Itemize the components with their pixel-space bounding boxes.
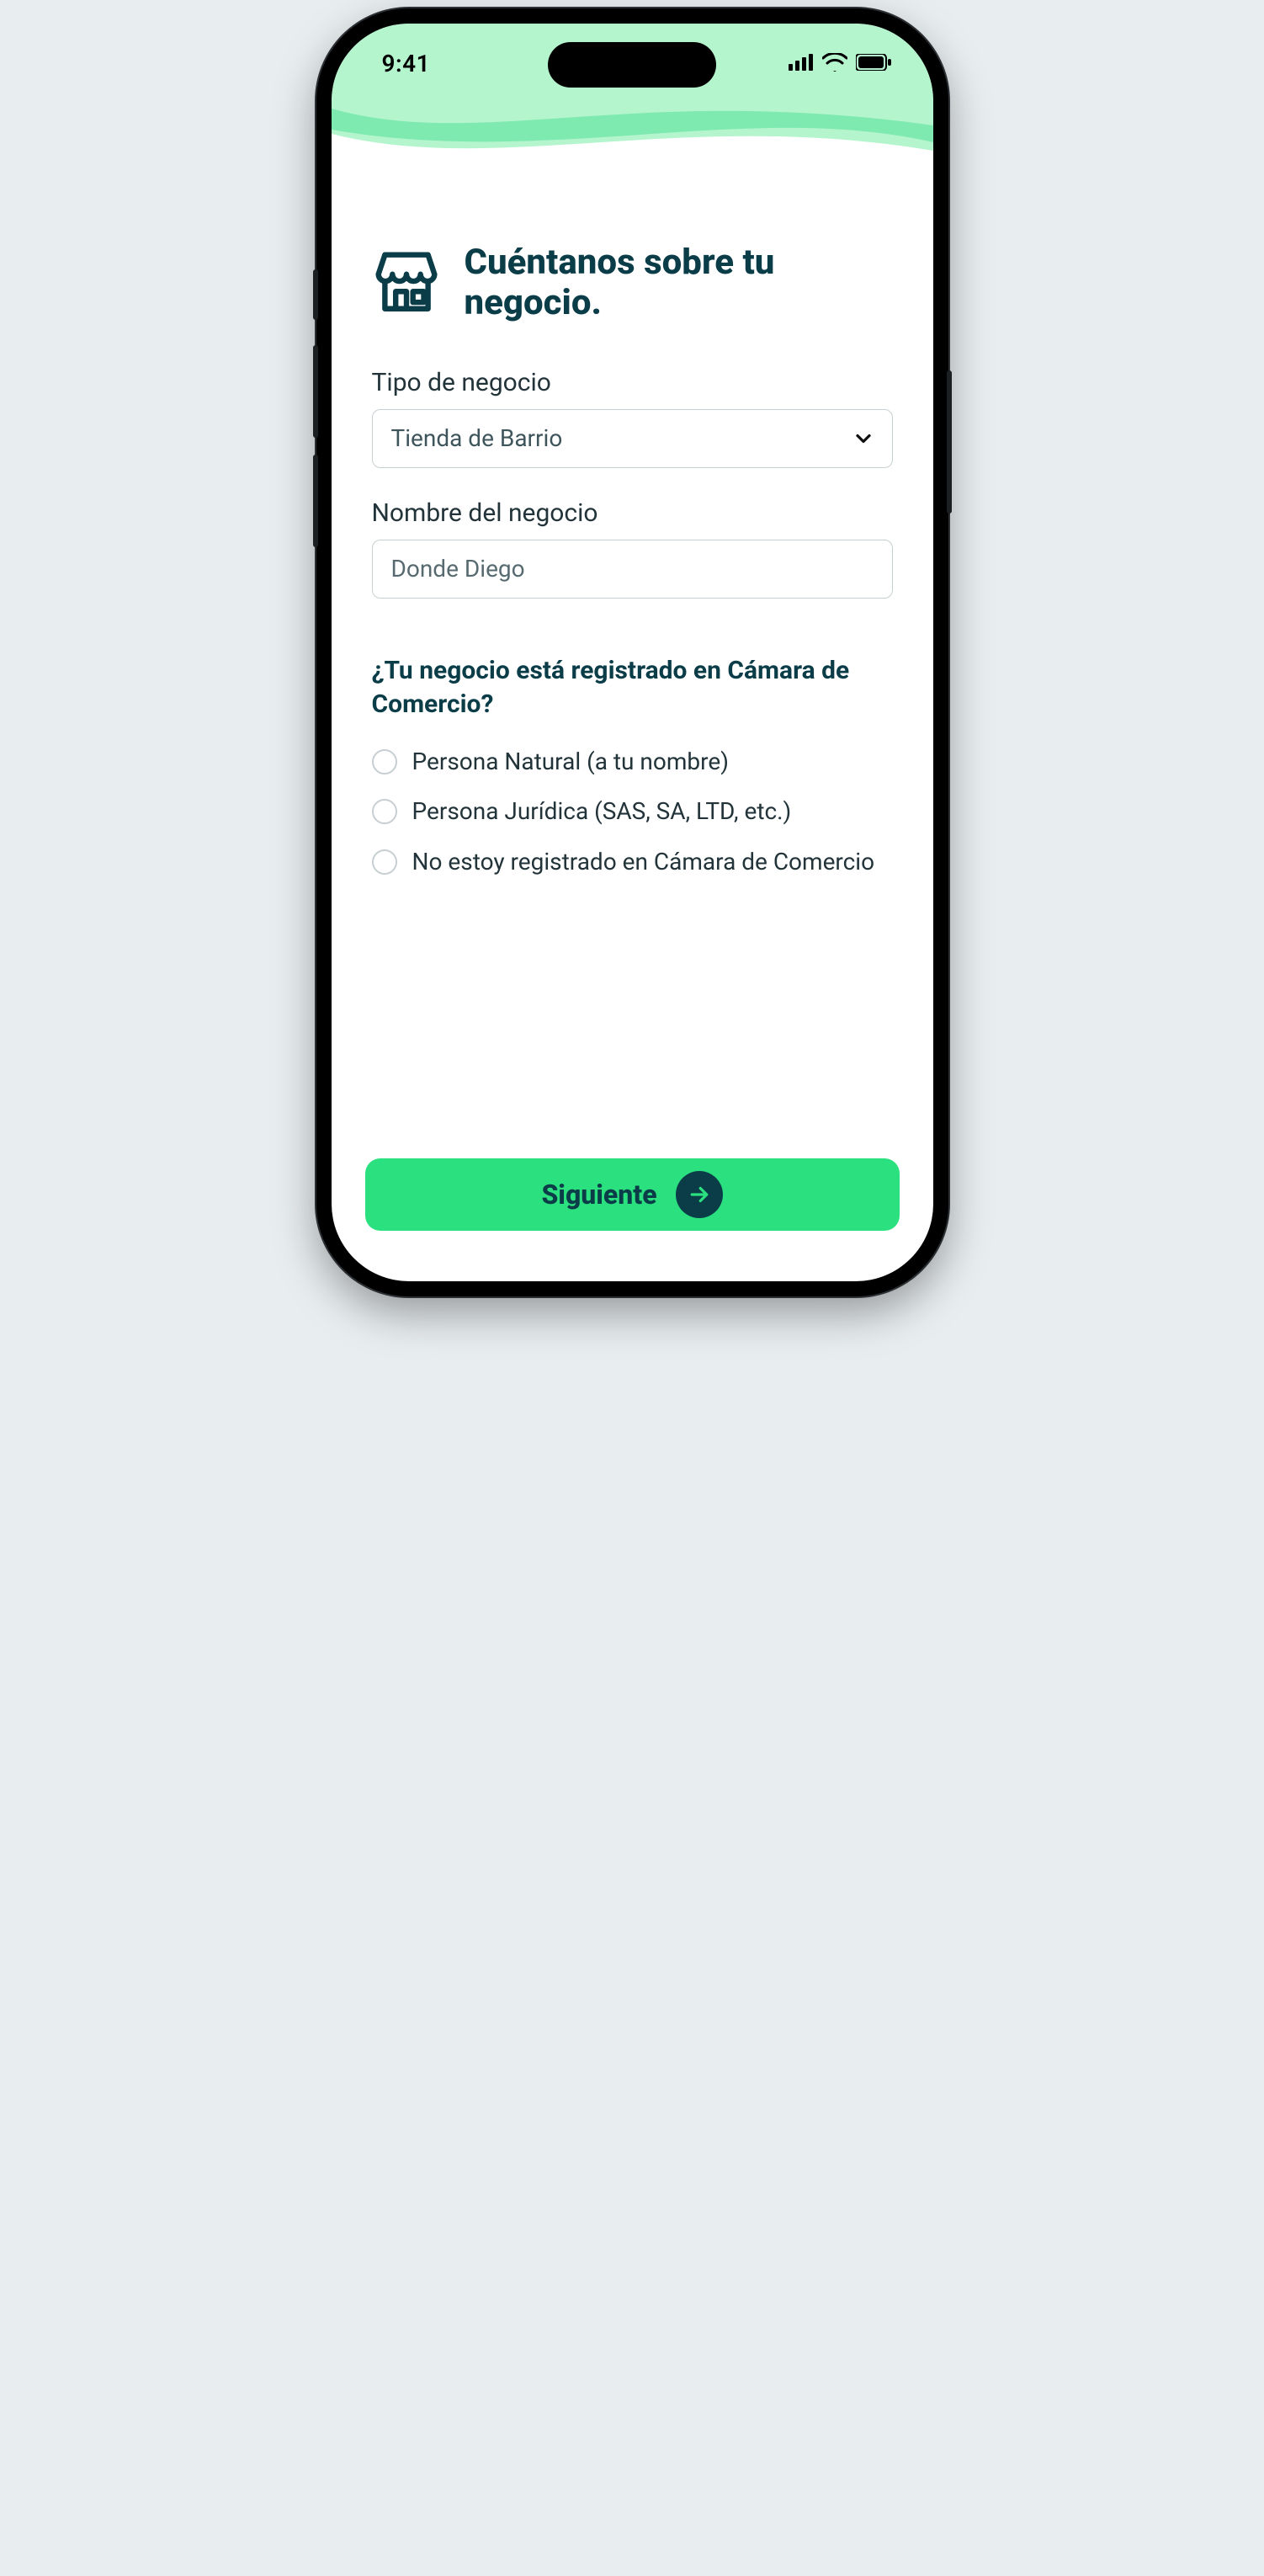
radio-icon [372, 799, 397, 824]
business-type-label: Tipo de negocio [372, 368, 893, 397]
radio-icon [372, 749, 397, 774]
business-name-input-wrap [372, 540, 893, 599]
phone-side-button [313, 345, 318, 438]
screen: 9:41 [332, 24, 933, 1281]
status-time: 9:41 [382, 50, 431, 77]
phone-side-button [947, 370, 952, 514]
arrow-right-icon [676, 1171, 723, 1218]
battery-icon [856, 54, 891, 74]
status-icons [789, 53, 891, 75]
wifi-icon [822, 53, 847, 75]
business-type-select[interactable]: Tienda de Barrio [372, 409, 893, 468]
registration-option[interactable]: Persona Jurídica (SAS, SA, LTD, etc.) [372, 796, 893, 828]
title-row: Cuéntanos sobre tu negocio. [372, 242, 893, 324]
business-name-label: Nombre del negocio [372, 498, 893, 528]
content: Cuéntanos sobre tu negocio. Tipo de nego… [332, 192, 933, 1158]
registration-option-label: Persona Jurídica (SAS, SA, LTD, etc.) [412, 796, 792, 828]
next-button[interactable]: Siguiente [365, 1158, 900, 1231]
registration-radio-list: Persona Natural (a tu nombre) Persona Ju… [372, 746, 893, 878]
business-name-field: Nombre del negocio [372, 498, 893, 599]
registration-question: ¿Tu negocio está registrado en Cámara de… [372, 654, 893, 722]
registration-question-block: ¿Tu negocio está registrado en Cámara de… [372, 654, 893, 878]
store-icon [372, 248, 441, 317]
business-type-value: Tienda de Barrio [391, 424, 563, 452]
phone-frame: 9:41 [316, 8, 948, 1296]
registration-option[interactable]: No estoy registrado en Cámara de Comerci… [372, 846, 893, 878]
chevron-down-icon [852, 427, 875, 450]
phone-side-button [313, 269, 318, 320]
registration-option-label: Persona Natural (a tu nombre) [412, 746, 729, 778]
phone-notch [548, 42, 716, 88]
next-button-label: Siguiente [541, 1179, 656, 1211]
registration-option[interactable]: Persona Natural (a tu nombre) [372, 746, 893, 778]
signal-icon [789, 54, 814, 74]
radio-icon [372, 849, 397, 875]
wave-image [332, 92, 933, 192]
registration-option-label: No estoy registrado en Cámara de Comerci… [412, 846, 875, 878]
footer: Siguiente [332, 1158, 933, 1281]
business-type-field: Tipo de negocio Tienda de Barrio [372, 368, 893, 468]
business-name-input[interactable] [391, 555, 874, 583]
page-title: Cuéntanos sobre tu negocio. [465, 242, 893, 324]
phone-side-button [313, 455, 318, 547]
